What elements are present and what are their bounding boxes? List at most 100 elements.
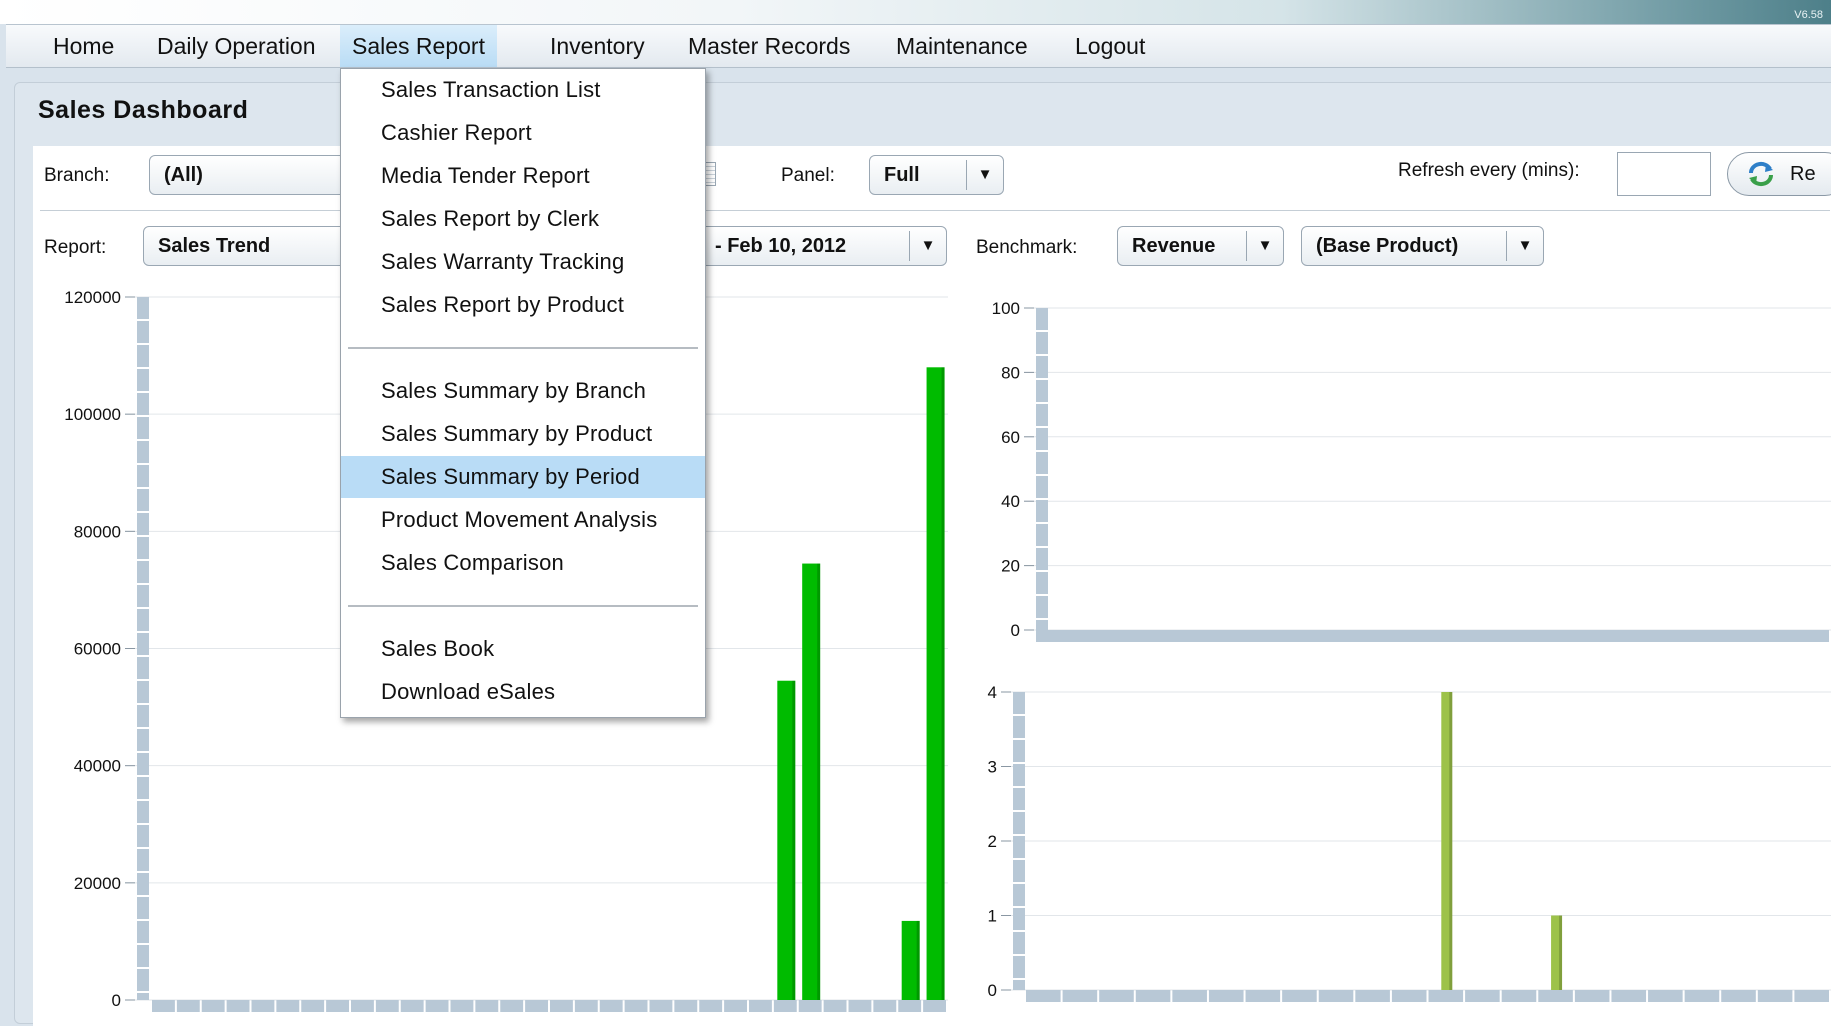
x-axis-segment [1501,990,1537,1002]
y-axis-segment [137,417,149,439]
y-tick-label: 80000 [74,522,121,541]
x-axis-segment [798,1000,822,1012]
y-axis-segment [137,561,149,583]
x-axis-segment [873,1000,897,1012]
menu-sales-summary-by-period[interactable]: Sales Summary by Period [341,456,705,498]
x-axis-segment [550,1000,573,1012]
data-bar-shade [817,563,821,1000]
menu-media-tender-report[interactable]: Media Tender Report [341,155,705,197]
x-axis-segment [848,1000,872,1012]
benchmark-select-value: Revenue [1132,235,1216,257]
x-axis-segment [276,1000,300,1012]
benchmark-label: Benchmark: [976,237,1078,258]
y-axis-segment [1036,308,1048,330]
data-bar-shade [941,367,945,1000]
refresh-button[interactable]: Re [1727,152,1831,196]
menu-daily-operation[interactable]: Daily Operation [145,25,328,67]
y-axis-segment [137,537,149,559]
menu-sales-report-by-clerk[interactable]: Sales Report by Clerk [341,198,705,240]
y-axis-segment [137,801,149,823]
menu-product-movement-analysis[interactable]: Product Movement Analysis [341,499,705,541]
x-axis-segment [1391,990,1427,1002]
y-axis-segment [1036,404,1048,426]
menu-home[interactable]: Home [41,25,126,67]
y-tick-label: 4 [988,683,997,702]
menu-inventory[interactable]: Inventory [538,25,657,67]
sales-report-dropdown: Sales Transaction List Cashier Report Me… [340,68,706,718]
x-axis-segment [1355,990,1390,1002]
y-tick-label: 20000 [74,874,121,893]
y-tick-label: 100 [992,299,1020,318]
y-tick-label: 60000 [74,640,121,659]
benchmark-chart-top: 100 80 60 40 20 0 [992,299,1831,642]
menu-maintenance[interactable]: Maintenance [884,25,1040,67]
x-axis-segment [1574,990,1610,1002]
y-axis-segment [1013,884,1025,906]
y-axis-segment [1013,716,1025,738]
y-tick-label: 40 [1001,492,1020,511]
panel-label: Panel: [781,165,835,186]
main-menubar: Home Daily Operation Sales Report Invent… [6,24,1831,68]
y-tick-label: 40000 [74,757,121,776]
y-tick-label: 0 [988,981,997,1000]
menu-sales-summary-by-product[interactable]: Sales Summary by Product [341,413,705,455]
y-axis-segment [137,321,149,343]
x-axis-segment [500,1000,524,1012]
refresh-button-label: Re [1790,163,1816,185]
product-select[interactable]: (Base Product) ▼ [1301,226,1544,266]
data-bar-shade [916,920,920,1000]
refresh-interval-label: Refresh every (mins): [1398,160,1580,181]
benchmark-select[interactable]: Revenue ▼ [1117,226,1284,266]
y-tick-label: 0 [112,991,121,1010]
y-tick-label: 3 [988,758,997,777]
menu-cashier-report[interactable]: Cashier Report [341,112,705,154]
y-axis-segment [137,297,149,319]
y-axis-segment [137,585,149,607]
y-axis-segment [1013,812,1025,834]
menu-sales-transaction-list[interactable]: Sales Transaction List [341,69,705,111]
x-axis-segment [1282,990,1317,1002]
x-axis-segment [1794,990,1829,1002]
y-axis-segment [137,633,149,655]
report-label: Report: [44,237,107,258]
y-axis-segment [1036,572,1048,594]
data-bar-shade [1559,915,1563,990]
chevron-down-icon: ▼ [1246,231,1283,261]
y-axis-segment [137,681,149,703]
y-tick-label: 1 [988,907,997,926]
y-axis-segment [137,729,149,751]
panel-select[interactable]: Full ▼ [869,155,1004,195]
y-axis-segment [1036,452,1048,474]
menu-sales-report-by-product[interactable]: Sales Report by Product [341,284,705,326]
x-axis-segment [1611,990,1647,1002]
menu-sales-summary-by-branch[interactable]: Sales Summary by Branch [341,370,705,412]
menu-download-esales[interactable]: Download eSales [341,671,705,713]
menu-sales-comparison[interactable]: Sales Comparison [341,542,705,584]
x-axis-segment [1026,990,1061,1002]
benchmark-chart-bottom: 4 3 2 1 0 [988,683,1831,1002]
y-axis-segment [137,753,149,775]
menu-sales-warranty-tracking[interactable]: Sales Warranty Tracking [341,241,705,283]
x-axis-segment [301,1000,325,1012]
x-axis-segment [176,1000,200,1012]
period-select[interactable]: - Feb 10, 2012 ▼ [700,226,947,266]
menu-separator [348,605,698,607]
menu-sales-report[interactable]: Sales Report [340,25,497,67]
x-axis-segment [1135,990,1171,1002]
x-axis-segment [375,1000,399,1012]
title-strip: V6.58 [0,0,1831,24]
y-axis-segment [1036,476,1048,498]
x-axis-segment [749,1000,772,1012]
y-axis-segment [1013,740,1025,762]
y-axis-segment [1036,620,1048,630]
x-axis-segment [898,1000,922,1012]
x-axis-segment [699,1000,723,1012]
page-title: Sales Dashboard [38,96,249,124]
x-axis-segment [674,1000,698,1012]
menu-master-records[interactable]: Master Records [676,25,862,67]
menu-sales-book[interactable]: Sales Book [341,628,705,670]
menu-logout[interactable]: Logout [1063,25,1157,67]
data-bar-shade [1449,692,1453,990]
refresh-interval-input[interactable] [1617,152,1711,196]
period-select-value: - Feb 10, 2012 [715,235,847,257]
